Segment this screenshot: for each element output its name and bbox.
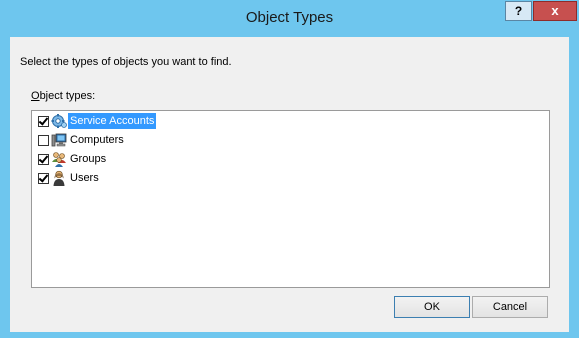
item-label-groups: Groups (70, 153, 107, 165)
window-frame-right (569, 37, 579, 338)
list-item-computers[interactable]: Computers (38, 131, 126, 149)
computer-icon (51, 132, 67, 148)
window-frame-left (0, 37, 10, 338)
groups-icon (51, 151, 67, 167)
list-item-users[interactable]: Users (38, 169, 101, 187)
user-icon (51, 170, 67, 186)
close-icon: x (551, 3, 559, 18)
object-types-label-accelerator: O (31, 90, 40, 102)
item-label-computers: Computers (70, 134, 124, 146)
cancel-button[interactable]: Cancel (472, 296, 548, 318)
title-bar[interactable]: Object Types ? x (0, 0, 579, 37)
list-item-service-accounts[interactable]: Service Accounts (38, 112, 157, 130)
checkbox-groups[interactable] (38, 153, 49, 165)
close-button[interactable]: x (533, 1, 577, 21)
object-types-label-text: bject types: (39, 90, 96, 102)
help-button[interactable]: ? (505, 1, 532, 21)
object-types-dialog: Object Types ? x Select the types of obj… (0, 0, 579, 338)
object-types-label: Object types: (31, 90, 95, 102)
item-label-service-accounts: Service Accounts (68, 113, 157, 129)
dialog-title: Object Types (245, 9, 334, 26)
item-label-users: Users (70, 172, 99, 184)
checkbox-service-accounts[interactable] (38, 115, 49, 127)
instruction-text: Select the types of objects you want to … (20, 56, 232, 68)
checkbox-computers[interactable] (38, 134, 49, 146)
checkbox-users[interactable] (38, 172, 49, 184)
service-accounts-icon (51, 113, 67, 129)
window-frame-bottom (0, 332, 579, 338)
object-types-list[interactable]: Service Accounts Computers Groups Users (31, 110, 550, 288)
list-item-groups[interactable]: Groups (38, 150, 108, 168)
ok-button[interactable]: OK (394, 296, 470, 318)
